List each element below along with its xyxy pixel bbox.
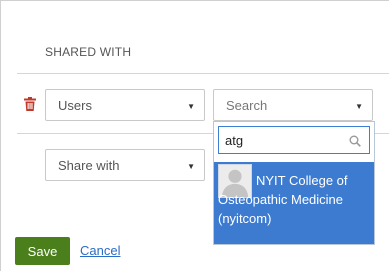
dropdown-search-input[interactable]: atg — [218, 126, 370, 154]
share-panel: SHARED WITH Users ▼ Search ▼ Share with … — [0, 0, 389, 271]
caret-down-icon: ▼ — [187, 102, 195, 111]
result-label: NYIT College of Osteopathic Medicine (ny… — [218, 173, 348, 226]
caret-down-icon: ▼ — [355, 102, 363, 111]
divider — [17, 73, 389, 74]
permission-select-value: Share with — [58, 157, 120, 173]
save-button[interactable]: Save — [15, 237, 70, 265]
type-select[interactable]: Users ▼ — [45, 89, 205, 121]
cancel-link[interactable]: Cancel — [80, 243, 120, 258]
target-select[interactable]: Search ▼ — [213, 89, 373, 121]
search-query: atg — [225, 132, 244, 148]
trash-icon[interactable] — [24, 97, 36, 111]
section-title: SHARED WITH — [45, 45, 132, 59]
search-dropdown: atg NYIT College of Osteopathic Medicine… — [213, 121, 375, 245]
search-icon — [349, 135, 361, 147]
target-select-placeholder: Search — [226, 97, 268, 113]
caret-down-icon: ▼ — [187, 162, 195, 171]
type-select-value: Users — [58, 97, 92, 113]
permission-select[interactable]: Share with ▼ — [45, 149, 205, 181]
dropdown-result-item[interactable]: NYIT College of Osteopathic Medicine (ny… — [214, 162, 374, 244]
